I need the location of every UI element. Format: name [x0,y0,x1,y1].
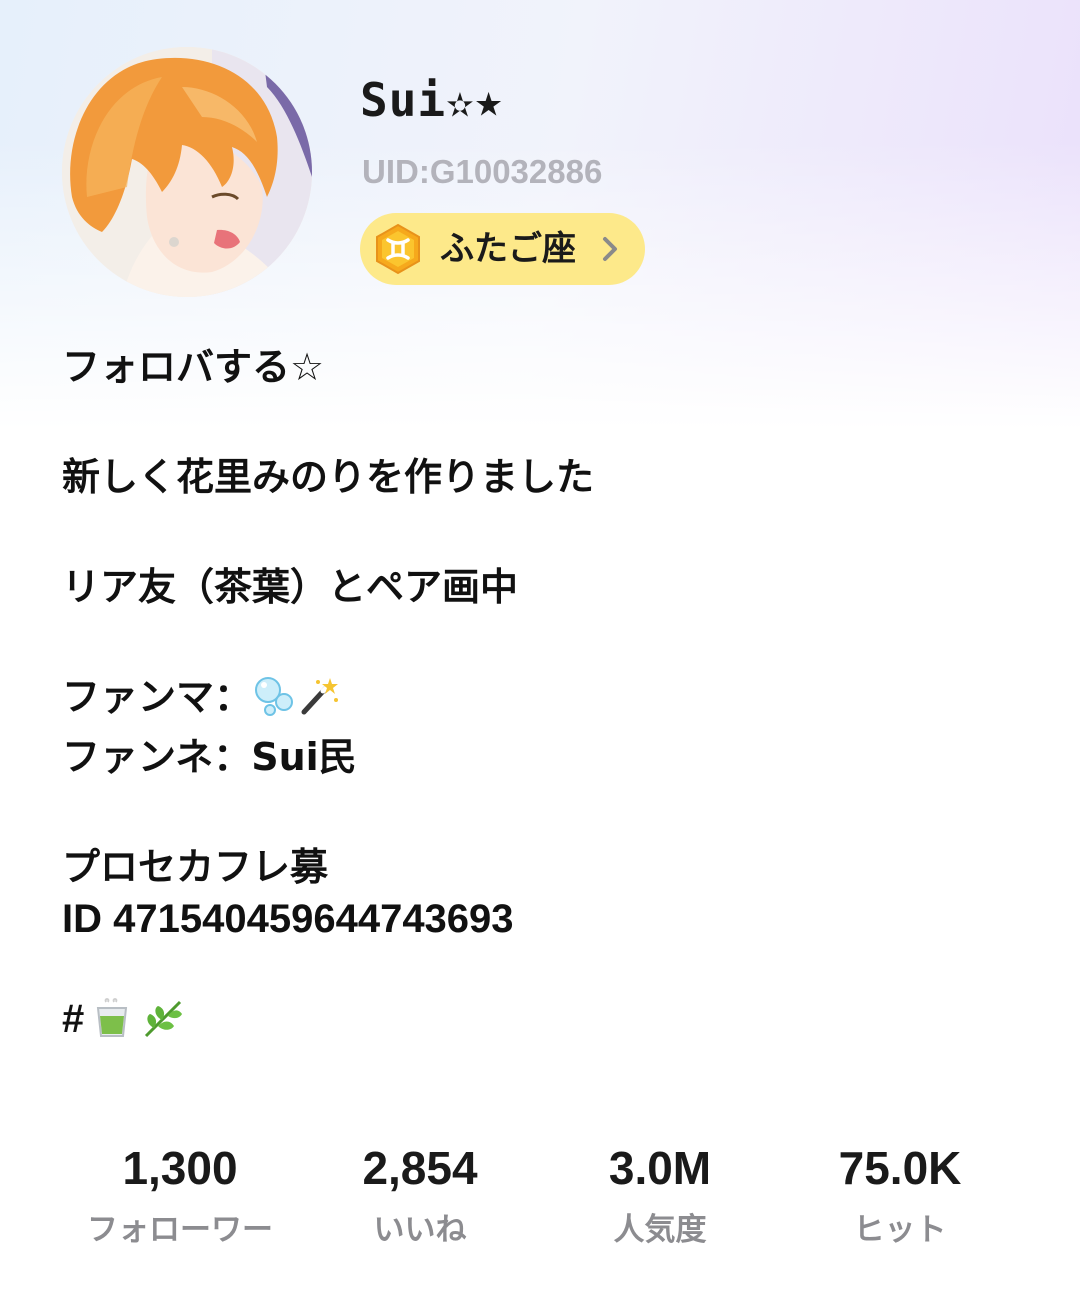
hashtag-symbol: # [62,997,85,1041]
avatar[interactable] [62,47,312,297]
gemini-icon [372,223,424,275]
green-tea-icon [90,996,134,1040]
stat-label: 人気度 [613,1212,707,1248]
bio-line-fan-mark: ファンマ： [62,670,340,724]
stat-label: フォローワー [87,1212,273,1248]
stat-likes[interactable]: 2,854 いいね [300,1140,540,1250]
magic-wand-icon [296,674,340,718]
avatar-illustration [62,47,312,297]
zodiac-badge-button[interactable]: ふたご座 [360,213,645,285]
bio-line-prsk-friend: プロセカフレ募 [62,845,329,889]
display-name: Sui✫★ [360,73,504,127]
stat-label: いいね [373,1212,467,1248]
zodiac-label: ふたご座 [440,229,576,269]
stat-hits[interactable]: 75.0K ヒット [780,1140,1020,1250]
stat-label: ヒット [853,1212,947,1248]
stat-value: 2,854 [362,1142,478,1194]
fan-mark-label: ファンマ： [62,675,253,719]
stat-value: 75.0K [838,1142,962,1194]
bio-line-fan-name: ファンネ：Sui民 [62,735,357,779]
stat-value: 3.0M [608,1142,712,1194]
bio-line-game-id[interactable]: ID 4715404596447436​93 [62,892,514,946]
bio-line-hashtag[interactable]: # [62,992,184,1046]
herb-icon [140,996,184,1040]
profile-header: Sui✫★ UID:G10032886 ふたご座 [0,0,1080,320]
user-id[interactable]: UID:G10032886 [362,152,602,192]
bio-line-follow-back: フォロバする☆ [62,345,325,389]
bio-line-pair-icon: リア友（茶葉）とペア画中 [62,565,519,609]
stat-popularity[interactable]: 3.0M 人気度 [540,1140,780,1250]
stat-value: 1,300 [122,1142,238,1194]
stat-followers[interactable]: 1,300 フォローワー [60,1140,300,1250]
chevron-right-icon [598,227,624,271]
bio-line-new-character: 新しく花里みのりを作りました [62,455,595,499]
bubbles-icon [252,674,296,718]
profile-stats: 1,300 フォローワー 2,854 いいね 3.0M 人気度 75.0K ヒッ… [0,1140,1080,1280]
